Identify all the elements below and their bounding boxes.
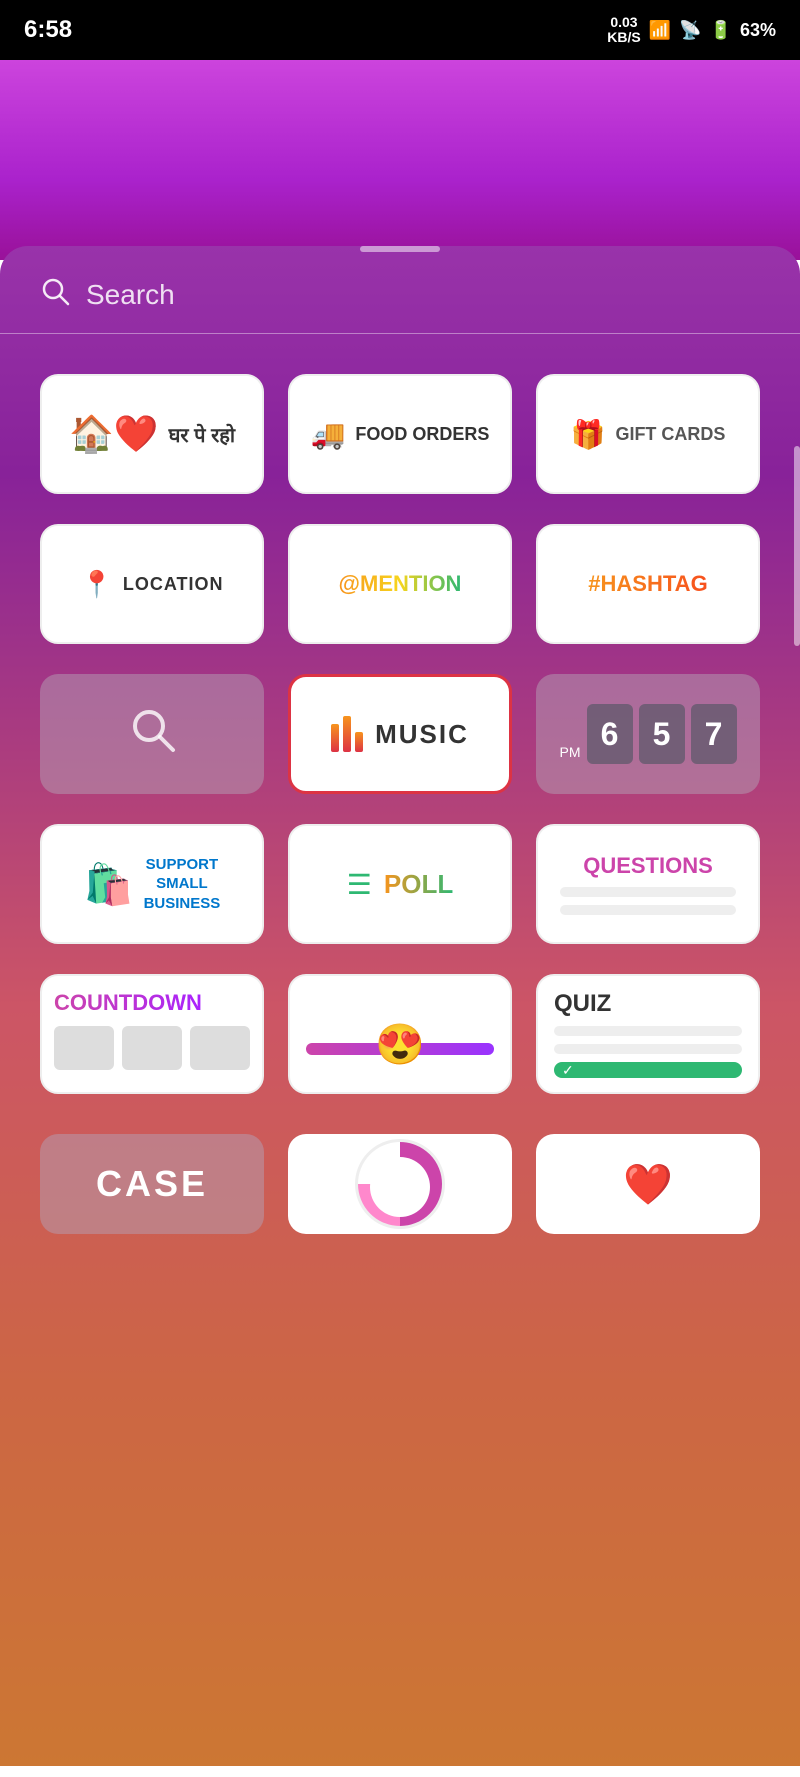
search-gray-icon	[127, 704, 177, 765]
status-time: 6:58	[24, 16, 72, 44]
signal-icon: 📡	[679, 20, 701, 41]
countdown-box-2	[122, 1026, 182, 1070]
sticker-ghar-pe-raho[interactable]: 🏠❤️ घर पे रहो	[40, 374, 264, 494]
sticker-gift-cards[interactable]: 🎁 GIFT CARDS	[536, 374, 760, 494]
sticker-mention[interactable]: @MENTION	[288, 524, 512, 644]
sticker-food-orders[interactable]: 🚚 FOOD ORDERS	[288, 374, 512, 494]
quiz-checkmark: ✓	[562, 1062, 574, 1079]
questions-bar-2	[560, 905, 736, 915]
countdown-box-3	[190, 1026, 250, 1070]
sticker-heart-partial[interactable]: ❤️	[536, 1134, 760, 1234]
clock-min-tens: 5	[639, 704, 685, 764]
battery-icon: 🔋	[710, 20, 732, 41]
sticker-round-partial[interactable]	[288, 1134, 512, 1234]
location-pin-icon: 📍	[80, 569, 112, 600]
ghar-icon: 🏠❤️	[69, 413, 159, 455]
sticker-emoji-slider[interactable]: 😍	[288, 974, 512, 1094]
clock-display: PM 6 5 7	[560, 704, 737, 764]
status-bar: 6:58 0.03KB/S 📶 📡 🔋 63%	[0, 0, 800, 60]
poll-label: POLL	[384, 869, 453, 900]
sticker-countdown[interactable]: COUNTDOWN	[40, 974, 264, 1094]
support-label: SUPPORTSMALLBUSINESS	[144, 855, 221, 914]
quiz-option-2	[554, 1044, 742, 1054]
battery-percent: 63%	[740, 20, 776, 41]
hashtag-label: #HASHTAG	[588, 571, 707, 597]
heart-icon: ❤️	[623, 1161, 673, 1208]
case-label: CASE	[96, 1163, 208, 1205]
quiz-label: QUIZ	[554, 990, 611, 1018]
sticker-clock[interactable]: PM 6 5 7	[536, 674, 760, 794]
ghar-label: घर पे रहो	[169, 421, 235, 448]
food-orders-label: FOOD ORDERS	[355, 424, 489, 445]
scrollbar[interactable]	[794, 446, 800, 646]
countdown-label: COUNTDOWN	[54, 990, 202, 1016]
countdown-boxes	[54, 1026, 250, 1070]
clock-pm: PM	[560, 744, 581, 760]
background-top	[0, 60, 800, 260]
inner-circle	[370, 1157, 430, 1217]
sticker-hashtag[interactable]: #HASHTAG	[536, 524, 760, 644]
clock-min-ones: 7	[691, 704, 737, 764]
sticker-quiz[interactable]: QUIZ ✓	[536, 974, 760, 1094]
slider-emoji: 😍	[375, 1021, 425, 1068]
clock-hour: 6	[587, 704, 633, 764]
gift-cards-label: GIFT CARDS	[615, 424, 725, 445]
shopping-bag-icon: 🛍️	[84, 861, 134, 908]
location-label: LOCATION	[123, 574, 224, 595]
food-truck-icon: 🚚	[311, 418, 346, 451]
sticker-music[interactable]: MUSIC	[288, 674, 512, 794]
quiz-option-correct: ✓	[554, 1062, 742, 1078]
sticker-picker-sheet: Search 🏠❤️ घर पे रहो 🚚 FOOD ORDERS 🎁 GIF…	[0, 246, 800, 1766]
sticker-questions[interactable]: QUESTIONS	[536, 824, 760, 944]
search-icon	[40, 276, 70, 313]
conic-circle	[355, 1139, 445, 1229]
sticker-grid: 🏠❤️ घर पे रहो 🚚 FOOD ORDERS 🎁 GIFT CARDS…	[0, 354, 800, 1114]
sticker-location[interactable]: 📍 LOCATION	[40, 524, 264, 644]
sticker-support-small-business[interactable]: 🛍️ SUPPORTSMALLBUSINESS	[40, 824, 264, 944]
slider-track: 😍	[306, 1043, 494, 1055]
search-bar[interactable]: Search	[40, 276, 760, 313]
questions-label: QUESTIONS	[583, 853, 713, 879]
search-placeholder[interactable]: Search	[86, 279, 175, 311]
search-container: Search	[0, 276, 800, 334]
music-label: MUSIC	[375, 719, 469, 750]
quiz-option-1	[554, 1026, 742, 1036]
poll-lines-icon: ☰	[347, 868, 372, 901]
gift-icon: 🎁	[571, 418, 606, 451]
mention-label: @MENTION	[339, 571, 462, 597]
wifi-icon: 📶	[649, 20, 671, 41]
countdown-box-1	[54, 1026, 114, 1070]
sticker-grid-bottom: CASE ❤️	[0, 1114, 800, 1234]
sticker-poll[interactable]: ☰ POLL	[288, 824, 512, 944]
sticker-case-partial[interactable]: CASE	[40, 1134, 264, 1234]
status-icons: 0.03KB/S 📶 📡 🔋 63%	[607, 15, 776, 46]
questions-bar-1	[560, 887, 736, 897]
sticker-search-gray[interactable]	[40, 674, 264, 794]
drag-handle[interactable]	[360, 246, 440, 252]
data-speed: 0.03KB/S	[607, 15, 640, 46]
music-bars-icon	[331, 716, 363, 752]
